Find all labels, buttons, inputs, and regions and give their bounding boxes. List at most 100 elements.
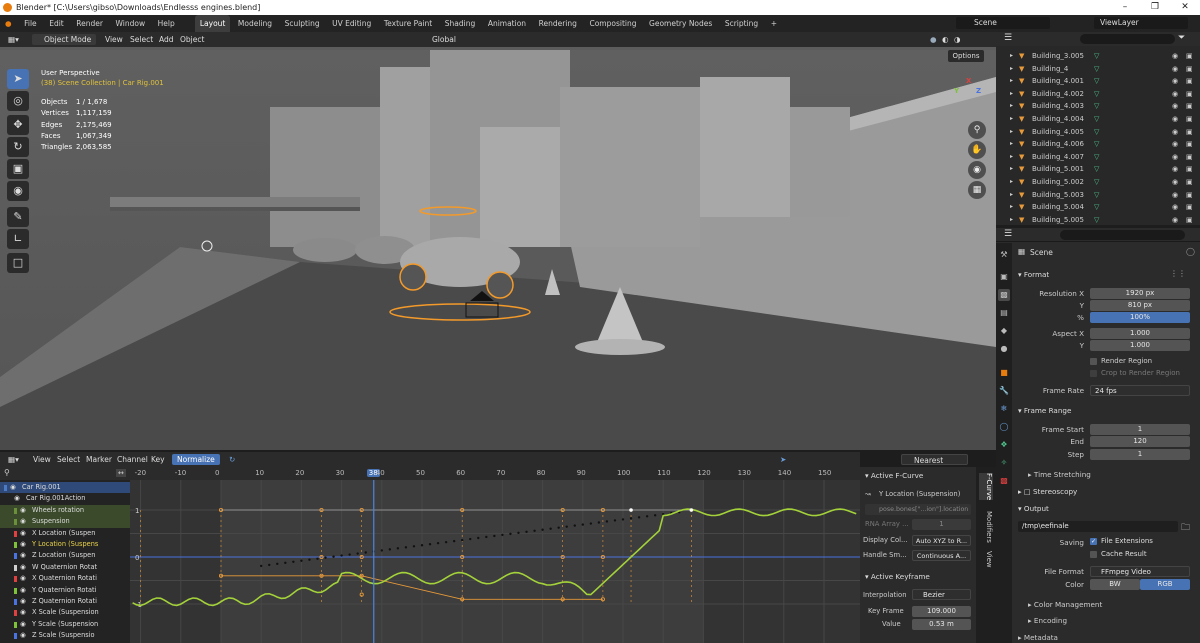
encoding-header[interactable]: ▸ Encoding bbox=[1028, 616, 1067, 625]
tab-modifiers[interactable]: Modifiers bbox=[979, 511, 993, 543]
visibility-eye-icon[interactable]: ◉ bbox=[1172, 214, 1178, 227]
menu-window[interactable]: Window bbox=[111, 15, 151, 32]
fcurve-channel[interactable]: ◉ Z Quaternion Rotati bbox=[0, 596, 130, 607]
mode-selector[interactable]: Object Mode bbox=[32, 34, 96, 45]
properties-search-input[interactable] bbox=[1060, 230, 1185, 240]
render-camera-icon[interactable]: ▣ bbox=[1186, 138, 1193, 151]
tab-compositing[interactable]: Compositing bbox=[584, 15, 641, 32]
visibility-eye-icon[interactable]: ◉ bbox=[20, 619, 26, 630]
menu-file[interactable]: File bbox=[19, 15, 42, 32]
menu-render[interactable]: Render bbox=[71, 15, 108, 32]
outliner-item[interactable]: ▸ ▼ Building_3.005 ▽ ◉ ▣ bbox=[996, 50, 1200, 63]
scene-selector[interactable]: Scene bbox=[956, 17, 1050, 29]
expand-arrow-icon[interactable]: ▸ bbox=[1010, 189, 1013, 202]
world-tab-icon[interactable]: ● bbox=[998, 343, 1010, 355]
visibility-eye-icon[interactable]: ◉ bbox=[20, 630, 26, 641]
menu-view[interactable]: View bbox=[105, 32, 123, 47]
frame-start-field[interactable]: 1 bbox=[1090, 424, 1190, 435]
expand-arrow-icon[interactable]: ▸ bbox=[1010, 63, 1013, 76]
visibility-eye-icon[interactable]: ◉ bbox=[20, 505, 26, 516]
metadata-header[interactable]: ▸ Metadata bbox=[1018, 633, 1058, 642]
time-stretching-header[interactable]: ▸ Time Stretching bbox=[1028, 470, 1091, 479]
expand-arrow-icon[interactable]: ▸ bbox=[1010, 201, 1013, 214]
tab-shading[interactable]: Shading bbox=[440, 15, 480, 32]
add-cube-tool[interactable]: □ bbox=[7, 253, 29, 273]
normalize-toggle[interactable]: Normalize bbox=[172, 454, 220, 465]
color-management-header[interactable]: ▸ Color Management bbox=[1028, 600, 1102, 609]
frame-end-field[interactable]: 120 bbox=[1090, 436, 1190, 447]
graph-editor-type-icon[interactable]: ▦▾ bbox=[8, 452, 19, 467]
add-workspace-button[interactable]: + bbox=[766, 15, 782, 32]
visibility-eye-icon[interactable]: ◉ bbox=[20, 528, 26, 539]
outliner-item[interactable]: ▸ ▼ Building_4.006 ▽ ◉ ▣ bbox=[996, 138, 1200, 151]
search-icon[interactable]: ⚲ bbox=[4, 468, 10, 477]
outliner-item[interactable]: ▸ ▼ Building_5.004 ▽ ◉ ▣ bbox=[996, 201, 1200, 214]
minimize-button[interactable]: – bbox=[1110, 0, 1140, 15]
tab-sculpting[interactable]: Sculpting bbox=[280, 15, 325, 32]
fcurve-channel[interactable]: ◉ Z Location (Suspen bbox=[0, 550, 130, 561]
visibility-eye-icon[interactable]: ◉ bbox=[1172, 63, 1178, 76]
render-camera-icon[interactable]: ▣ bbox=[1186, 201, 1193, 214]
render-tab-icon[interactable]: ▣ bbox=[998, 271, 1010, 283]
close-window-button[interactable]: ✕ bbox=[1170, 0, 1200, 15]
gizmo-x-axis[interactable]: X bbox=[966, 77, 971, 85]
visibility-eye-icon[interactable]: ◉ bbox=[1172, 189, 1178, 202]
filter-icon[interactable]: ⏷ bbox=[1178, 33, 1185, 43]
tab-rendering[interactable]: Rendering bbox=[534, 15, 582, 32]
expand-arrow-icon[interactable]: ▸ bbox=[1010, 100, 1013, 113]
color-bw-button[interactable]: BW bbox=[1090, 579, 1140, 590]
render-camera-icon[interactable]: ▣ bbox=[1186, 50, 1193, 63]
panel-menu-icon[interactable]: ⋮⋮ bbox=[1170, 269, 1186, 278]
properties-editor-icon[interactable]: ☰ bbox=[1004, 229, 1012, 239]
visibility-eye-icon[interactable]: ◉ bbox=[1172, 151, 1178, 164]
visibility-eye-icon[interactable]: ◉ bbox=[20, 539, 26, 550]
sync-icon[interactable]: ↔ bbox=[116, 469, 126, 477]
active-fcurve-header[interactable]: ▾ Active F-Curve bbox=[865, 471, 923, 480]
shading-material-icon[interactable]: ◐ bbox=[942, 32, 949, 47]
outliner-item[interactable]: ▸ ▼ Building_4.007 ▽ ◉ ▣ bbox=[996, 151, 1200, 164]
camera-view-icon[interactable]: ◉ bbox=[968, 161, 986, 179]
outliner-item[interactable]: ▸ ▼ Building_4.001 ▽ ◉ ▣ bbox=[996, 75, 1200, 88]
visibility-eye-icon[interactable]: ◉ bbox=[20, 585, 26, 596]
handle-smoothing-dropdown[interactable]: Continuous A... bbox=[912, 550, 971, 561]
visibility-eye-icon[interactable]: ◉ bbox=[20, 562, 26, 573]
menu-add[interactable]: Add bbox=[159, 32, 174, 47]
tool-tab-icon[interactable]: ⚒ bbox=[998, 249, 1010, 261]
blender-menu-icon[interactable]: ● bbox=[0, 15, 17, 32]
scale-tool[interactable]: ▣ bbox=[7, 159, 29, 179]
file-format-dropdown[interactable]: FFmpeg Video bbox=[1090, 566, 1190, 577]
group-channel[interactable]: ◉ Car Rig.001Action bbox=[0, 493, 130, 504]
pin-icon[interactable]: ◯ bbox=[1186, 247, 1195, 256]
visibility-eye-icon[interactable]: ◉ bbox=[1172, 88, 1178, 101]
visibility-eye-icon[interactable]: ◉ bbox=[1172, 75, 1178, 88]
fcurve-channel[interactable]: ◉ X Location (Suspen bbox=[0, 528, 130, 539]
rotate-tool[interactable]: ↻ bbox=[7, 137, 29, 157]
fcurve-channel[interactable]: ◉ X Quaternion Rotati bbox=[0, 573, 130, 584]
render-camera-icon[interactable]: ▣ bbox=[1186, 176, 1193, 189]
texture-tab-icon[interactable]: ▩ bbox=[998, 475, 1010, 487]
move-tool[interactable]: ✥ bbox=[7, 115, 29, 135]
fcurve-channel[interactable]: ◉ Y Quaternion Rotati bbox=[0, 585, 130, 596]
tab-fcurve[interactable]: F-Curve bbox=[979, 473, 993, 501]
format-panel-header[interactable]: ▾ Format bbox=[1018, 270, 1049, 279]
cache-result-checkbox[interactable] bbox=[1090, 551, 1097, 558]
annotate-tool[interactable]: ✎ bbox=[7, 207, 29, 227]
file-extensions-checkbox[interactable]: ✓ bbox=[1090, 538, 1097, 545]
outliner-item[interactable]: ▸ ▼ Building_4.002 ▽ ◉ ▣ bbox=[996, 88, 1200, 101]
expand-arrow-icon[interactable]: ▸ bbox=[1010, 75, 1013, 88]
fcurve-channel[interactable]: ◉ X Scale (Suspension bbox=[0, 607, 130, 618]
stereoscopy-panel-header[interactable]: ▸ □ Stereoscopy bbox=[1018, 487, 1077, 496]
group-channel[interactable]: ◉ Suspension bbox=[0, 516, 130, 528]
outliner-item[interactable]: ▸ ▼ Building_4.004 ▽ ◉ ▣ bbox=[996, 113, 1200, 126]
interpolation-dropdown[interactable]: Bezier bbox=[912, 589, 971, 600]
expand-arrow-icon[interactable]: ▸ bbox=[1010, 88, 1013, 101]
menu-object[interactable]: Object bbox=[180, 32, 204, 47]
visibility-eye-icon[interactable]: ◉ bbox=[10, 482, 16, 493]
render-camera-icon[interactable]: ▣ bbox=[1186, 113, 1193, 126]
expand-arrow-icon[interactable]: ▸ bbox=[1010, 50, 1013, 63]
render-camera-icon[interactable]: ▣ bbox=[1186, 189, 1193, 202]
view-layer-tab-icon[interactable]: ▤ bbox=[998, 307, 1010, 319]
visibility-eye-icon[interactable]: ◉ bbox=[1172, 50, 1178, 63]
resolution-x-field[interactable]: 1920 px bbox=[1090, 288, 1190, 299]
outliner-item[interactable]: ▸ ▼ Building_4 ▽ ◉ ▣ bbox=[996, 63, 1200, 76]
